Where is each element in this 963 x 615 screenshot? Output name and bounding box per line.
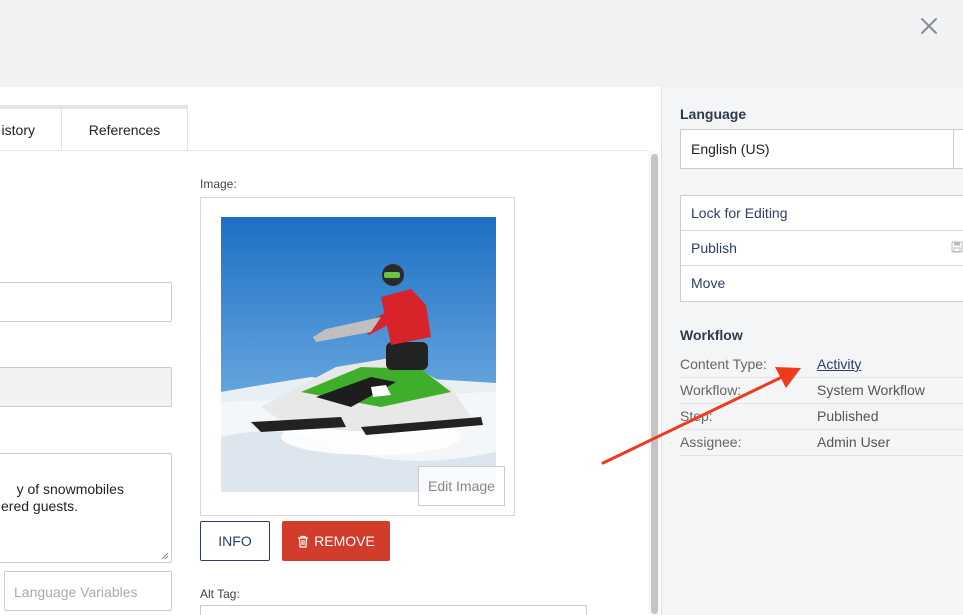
editor-scrollbar[interactable] [648, 151, 660, 615]
step-key: Step: [680, 408, 713, 424]
publish-action[interactable]: Publish [681, 231, 963, 266]
snowmobile-photo [221, 217, 496, 492]
assignee-value: Admin User [817, 434, 891, 450]
info-button[interactable]: INFO [200, 521, 270, 561]
tab-history-label: istory [1, 122, 35, 138]
edit-image-button[interactable]: Edit Image [418, 466, 505, 506]
select-divider [953, 130, 954, 168]
move-label: Move [691, 275, 726, 291]
workflow-key: Workflow: [680, 382, 742, 398]
language-selected-value: English (US) [691, 141, 770, 157]
right-sidebar: Language English (US) Lock for Editing P… [661, 87, 963, 615]
tabs-divider [0, 150, 649, 151]
description-text: y of snowmobiles ered guests. [1, 481, 124, 514]
resize-grip-icon[interactable] [161, 552, 169, 560]
alt-tag-label: Alt Tag: [200, 587, 240, 601]
text-field-disabled[interactable] [0, 367, 172, 407]
tab-references-label: References [88, 122, 161, 138]
image-label: Image: [200, 177, 237, 191]
language-heading: Language [680, 106, 747, 122]
remove-button-label: REMOVE [314, 533, 375, 549]
text-field-1[interactable] [0, 282, 172, 322]
publish-label: Publish [691, 240, 737, 256]
language-variables-placeholder: Language Variables [14, 584, 138, 600]
editor-panel: istory References y of snowmobiles ered … [0, 87, 661, 615]
tab-history[interactable]: istory [0, 105, 62, 151]
workflow-heading: Workflow [680, 327, 743, 343]
trash-icon [298, 535, 309, 548]
alt-tag-input[interactable] [200, 605, 587, 615]
lock-for-editing-label: Lock for Editing [691, 205, 788, 221]
description-textarea[interactable]: y of snowmobiles ered guests. [0, 453, 172, 563]
workflow-value: System Workflow [817, 382, 925, 398]
step-value: Published [817, 408, 879, 424]
image-preview-frame: Edit Image [200, 197, 515, 516]
content-type-key: Content Type: [680, 356, 767, 372]
tab-references[interactable]: References [62, 105, 188, 151]
lock-for-editing-action[interactable]: Lock for Editing [681, 196, 963, 231]
save-icon [951, 241, 963, 253]
move-action[interactable]: Move [681, 266, 963, 301]
workflow-row-workflow: Workflow: System Workflow [680, 378, 963, 404]
workflow-row-assignee: Assignee: Admin User [680, 430, 963, 456]
scroll-thumb[interactable] [651, 154, 658, 614]
language-select[interactable]: English (US) [680, 129, 963, 169]
assignee-key: Assignee: [680, 434, 742, 450]
content-type-link[interactable]: Activity [817, 356, 861, 372]
workflow-row-step: Step: Published [680, 404, 963, 430]
modal-header [0, 0, 963, 87]
remove-button[interactable]: REMOVE [282, 521, 390, 561]
workflow-row-content-type: Content Type: Activity [680, 352, 963, 378]
close-icon[interactable] [915, 12, 943, 40]
content-actions: Lock for Editing Publish Move [680, 195, 963, 302]
language-variables-input[interactable]: Language Variables [4, 571, 172, 611]
